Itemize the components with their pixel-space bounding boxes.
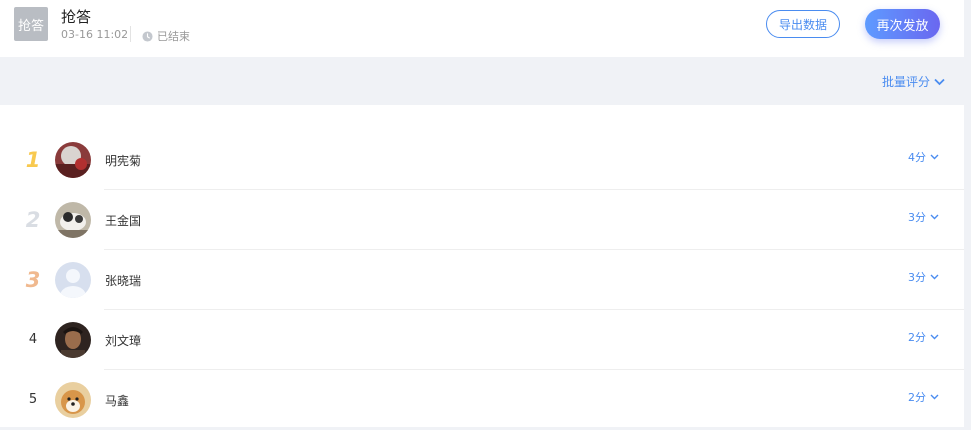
list-item: 5 马鑫 2分	[0, 370, 964, 430]
activity-status: 已结束	[142, 28, 190, 44]
export-data-button[interactable]: 导出数据	[766, 10, 840, 38]
rank-number: 4	[28, 332, 38, 347]
score-value: 3分	[908, 211, 926, 224]
avatar	[55, 382, 91, 418]
ranking-list: 1 明宪菊 4分 2 王金国 3分 3 张晓瑞 3分 4 刘文璋 2分 5 马鑫…	[0, 105, 964, 427]
avatar	[55, 262, 91, 298]
score-value: 4分	[908, 151, 926, 164]
rank-number: 1	[25, 148, 41, 172]
score-value: 2分	[908, 331, 926, 344]
score-dropdown[interactable]: 3分	[908, 209, 939, 225]
chevron-down-icon	[934, 78, 945, 85]
chevron-down-icon	[930, 274, 939, 280]
rank-number: 3	[25, 268, 41, 292]
student-name: 刘文璋	[105, 334, 142, 348]
clock-icon	[142, 30, 153, 42]
student-name: 明宪菊	[105, 154, 142, 168]
activity-type-tile: 抢答	[14, 7, 48, 41]
batch-score-label: 批量评分	[882, 75, 931, 89]
activity-header: 抢答 抢答 03-16 11:02 已结束 导出数据 再次发放	[0, 0, 971, 57]
resend-button[interactable]: 再次发放	[865, 9, 940, 39]
list-item: 3 张晓瑞 3分	[0, 250, 964, 310]
list-item: 2 王金国 3分	[0, 190, 964, 250]
chevron-down-icon	[930, 214, 939, 220]
list-item: 4 刘文璋 2分	[0, 310, 964, 370]
score-value: 3分	[908, 271, 926, 284]
avatar	[55, 142, 91, 178]
student-name: 王金国	[105, 214, 142, 228]
rank-number: 2	[25, 208, 41, 232]
batch-score-dropdown[interactable]: 批量评分	[882, 73, 945, 90]
avatar	[55, 322, 91, 358]
score-dropdown[interactable]: 3分	[908, 269, 939, 285]
chevron-down-icon	[930, 334, 939, 340]
student-name: 马鑫	[105, 394, 130, 408]
status-label: 已结束	[157, 30, 190, 43]
avatar	[55, 202, 91, 238]
activity-time: 03-16 11:02	[61, 28, 129, 41]
activity-title: 抢答	[61, 8, 92, 26]
score-dropdown[interactable]: 4分	[908, 149, 939, 165]
meta-divider	[130, 26, 131, 42]
student-name: 张晓瑞	[105, 274, 142, 288]
page-edge	[964, 0, 971, 57]
rank-number: 5	[28, 392, 38, 407]
score-dropdown[interactable]: 2分	[908, 389, 939, 405]
score-value: 2分	[908, 391, 926, 404]
score-dropdown[interactable]: 2分	[908, 329, 939, 345]
chevron-down-icon	[930, 394, 939, 400]
list-item: 1 明宪菊 4分	[0, 130, 964, 190]
chevron-down-icon	[930, 154, 939, 160]
